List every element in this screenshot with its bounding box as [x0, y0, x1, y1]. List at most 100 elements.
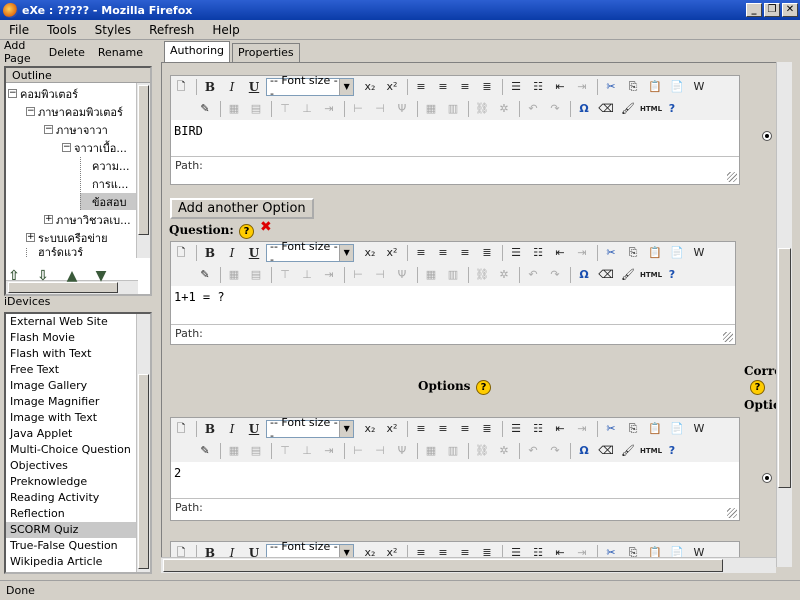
redo-icon[interactable]: ↷: [545, 266, 565, 284]
align-center-icon[interactable]: ≡: [433, 78, 453, 96]
redo-icon[interactable]: ↷: [545, 100, 565, 118]
correct-option-radio[interactable]: [762, 131, 772, 141]
idevices-vscroll[interactable]: [136, 314, 150, 572]
table-icon[interactable]: ▦: [224, 266, 244, 284]
idevice-item[interactable]: Flash with Text: [6, 346, 150, 362]
tab-properties[interactable]: Properties: [232, 43, 300, 62]
paste-text-icon[interactable]: 📄: [667, 78, 687, 96]
outdent-icon[interactable]: ⇤: [550, 244, 570, 262]
cut-icon[interactable]: ✂: [601, 78, 621, 96]
tree-node[interactable]: + ภาษาวิชวลเบ...: [44, 211, 131, 228]
col-before-icon[interactable]: ⊢: [348, 266, 368, 284]
paste-word-icon[interactable]: W: [689, 420, 709, 438]
tree-node[interactable]: การแ...: [80, 175, 128, 192]
tab-authoring[interactable]: Authoring: [164, 41, 231, 62]
html-source-icon[interactable]: HTML: [640, 100, 662, 118]
outdent-icon[interactable]: ⇤: [550, 78, 570, 96]
option1-text[interactable]: BIRD: [174, 124, 203, 138]
subscript-icon[interactable]: x₂: [360, 78, 380, 96]
cut-icon[interactable]: ✂: [601, 420, 621, 438]
idevice-item[interactable]: Image Gallery: [6, 378, 150, 394]
demote-arrow-icon[interactable]: ⇩: [33, 266, 53, 286]
paste-icon[interactable]: 📋: [645, 244, 665, 262]
copy-icon[interactable]: ⎘: [623, 244, 643, 262]
col-after-icon[interactable]: ⊣: [370, 100, 390, 118]
underline-button[interactable]: U: [244, 244, 264, 262]
delete-row-icon[interactable]: ⇥: [319, 442, 339, 460]
justify-icon[interactable]: ≣: [477, 78, 497, 96]
subscript-icon[interactable]: x₂: [360, 244, 380, 262]
row-after-icon[interactable]: ⊥: [297, 266, 317, 284]
paste-icon[interactable]: 📋: [645, 78, 665, 96]
move-down-arrow-icon[interactable]: ▼: [91, 266, 111, 286]
subscript-icon[interactable]: x₂: [360, 420, 380, 438]
align-right-icon[interactable]: ≡: [455, 420, 475, 438]
bold-button[interactable]: B: [200, 78, 220, 96]
underline-button[interactable]: U: [244, 78, 264, 96]
paste-text-icon[interactable]: 📄: [667, 244, 687, 262]
outdent-icon[interactable]: ⇤: [550, 420, 570, 438]
font-size-select[interactable]: -- Font size --▼: [266, 416, 354, 442]
paste-word-icon[interactable]: W: [689, 244, 709, 262]
resize-grip-icon[interactable]: [723, 332, 733, 342]
add-page-button[interactable]: Add Page: [4, 39, 36, 65]
undo-icon[interactable]: ↶: [523, 442, 543, 460]
paste-icon[interactable]: 📋: [645, 420, 665, 438]
tree-node[interactable]: ฮาร์ดแวร์: [26, 247, 83, 257]
font-size-select[interactable]: -- Font size --▼: [266, 74, 354, 100]
idevice-item-selected[interactable]: SCORM Quiz: [6, 522, 150, 538]
special-char-icon[interactable]: Ω: [574, 266, 594, 284]
undo-icon[interactable]: ↶: [523, 266, 543, 284]
question-text[interactable]: 1+1 = ?: [174, 290, 225, 304]
italic-button[interactable]: I: [222, 244, 242, 262]
undo-icon[interactable]: ↶: [523, 100, 543, 118]
collapse-icon[interactable]: −: [44, 125, 53, 134]
tree-node[interactable]: ความ...: [80, 157, 129, 174]
row-after-icon[interactable]: ⊥: [297, 100, 317, 118]
idevice-item[interactable]: Wikipedia Article: [6, 554, 150, 570]
resize-grip-icon[interactable]: [727, 172, 737, 182]
delete-button[interactable]: Delete: [49, 46, 85, 59]
tree-node[interactable]: + ระบบเครือข่าย: [26, 229, 108, 246]
link-icon[interactable]: ⛓: [472, 100, 492, 118]
align-right-icon[interactable]: ≡: [455, 78, 475, 96]
split-cells-icon[interactable]: ▥: [443, 100, 463, 118]
indent-icon[interactable]: ⇥: [572, 244, 592, 262]
unlink-icon[interactable]: ✲: [494, 100, 514, 118]
help-icon[interactable]: ?: [662, 442, 682, 460]
tree-node[interactable]: − จาวาเบื้อ...: [62, 139, 127, 156]
collapse-icon[interactable]: −: [26, 107, 35, 116]
paste-text-icon[interactable]: 📄: [667, 420, 687, 438]
new-document-icon[interactable]: 🗋: [171, 244, 191, 262]
indent-icon[interactable]: ⇥: [572, 78, 592, 96]
numbered-list-icon[interactable]: ☷: [528, 420, 548, 438]
menu-tools[interactable]: Tools: [38, 23, 86, 37]
special-char-icon[interactable]: Ω: [574, 442, 594, 460]
new-document-icon[interactable]: 🗋: [171, 78, 191, 96]
superscript-icon[interactable]: x²: [382, 244, 402, 262]
align-left-icon[interactable]: ≡: [411, 420, 431, 438]
idevice-item[interactable]: Reading Activity: [6, 490, 150, 506]
numbered-list-icon[interactable]: ☷: [528, 78, 548, 96]
idevice-item[interactable]: Multi-Choice Question: [6, 442, 150, 458]
idevice-item[interactable]: Preknowledge: [6, 474, 150, 490]
menu-help[interactable]: Help: [203, 23, 248, 37]
cleanup-brush-icon[interactable]: 🖌: [618, 442, 638, 460]
numbered-list-icon[interactable]: ☷: [528, 244, 548, 262]
bold-button[interactable]: B: [200, 420, 220, 438]
row-before-icon[interactable]: ⊤: [275, 100, 295, 118]
idevice-item[interactable]: External Web Site: [6, 314, 150, 330]
promote-arrow-icon[interactable]: ⇧: [4, 266, 24, 286]
html-source-icon[interactable]: HTML: [640, 266, 662, 284]
collapse-icon[interactable]: −: [8, 89, 17, 98]
delete-col-icon[interactable]: Ψ: [392, 442, 412, 460]
unlink-icon[interactable]: ✲: [494, 266, 514, 284]
tree-node[interactable]: − คอมพิวเตอร์: [8, 85, 78, 102]
table-icon[interactable]: ▦: [224, 100, 244, 118]
move-up-arrow-icon[interactable]: ▲: [62, 266, 82, 286]
link-icon[interactable]: ⛓: [472, 266, 492, 284]
tree-node[interactable]: − ภาษาคอมพิวเตอร์: [26, 103, 123, 120]
table-props-icon[interactable]: ▤: [246, 442, 266, 460]
link-icon[interactable]: ⛓: [472, 442, 492, 460]
menu-file[interactable]: File: [0, 23, 38, 37]
